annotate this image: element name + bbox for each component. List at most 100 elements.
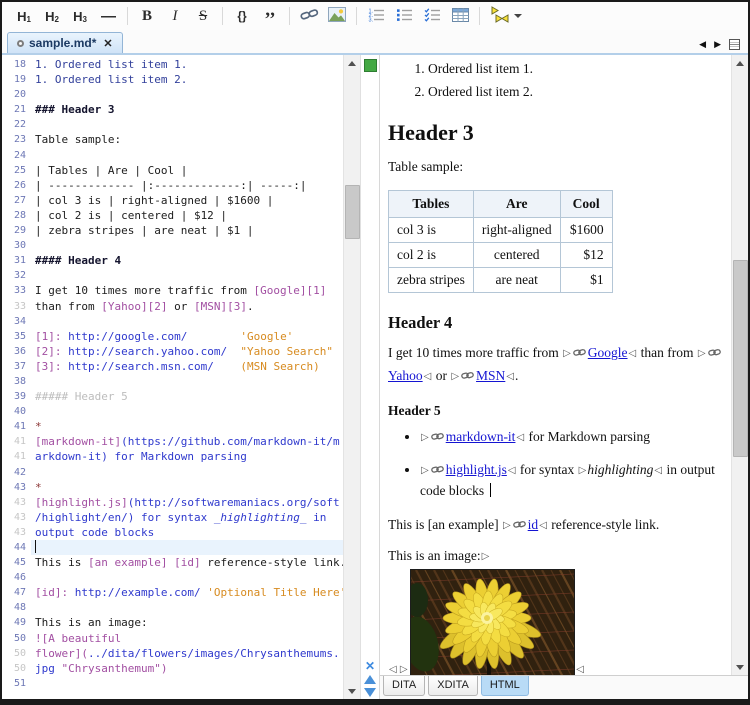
line-number: 18	[2, 57, 31, 72]
horizontal-rule-button[interactable]: —	[96, 5, 120, 27]
table-header-cell: Are	[473, 191, 560, 218]
line-number: 19	[2, 72, 31, 87]
pane-divider[interactable]: ✕	[360, 55, 380, 699]
line-number: 50	[2, 631, 31, 646]
scroll-up-icon[interactable]	[732, 55, 748, 71]
editor-scrollbar[interactable]	[343, 55, 360, 699]
editor-line: 31#### Header 4	[2, 253, 343, 268]
line-number: 34	[2, 314, 31, 329]
heading3-button[interactable]: H3	[68, 5, 92, 27]
collapse-down-icon[interactable]	[364, 688, 376, 697]
editor-line: 181. Ordered list item 1.	[2, 57, 343, 72]
dita-markers-icon	[489, 6, 511, 26]
toolbar-separator	[479, 7, 480, 25]
close-split-icon[interactable]: ✕	[365, 661, 375, 671]
scroll-down-icon[interactable]	[344, 683, 360, 699]
code-button[interactable]: {}	[230, 5, 254, 27]
editor-line: 47[id]: http://example.com/ 'Optional Ti…	[2, 585, 343, 600]
bold-button[interactable]: B	[135, 5, 159, 27]
blockquote-button[interactable]: ’’	[258, 5, 282, 27]
line-number: 25	[2, 163, 31, 178]
preview-link[interactable]: Google	[588, 345, 628, 360]
editor-line: 26| ------------- |:-------------:| ----…	[2, 178, 343, 193]
insert-link-button[interactable]	[297, 5, 321, 27]
scroll-tabs-right-icon[interactable]: ▶	[714, 39, 721, 50]
collapse-up-icon[interactable]	[364, 675, 376, 684]
preview-link[interactable]: markdown-it	[446, 429, 516, 444]
scroll-tabs-left-icon[interactable]: ◀	[699, 39, 706, 50]
preview-pane: Ordered list item 1. Ordered list item 2…	[380, 55, 748, 699]
insert-image-button[interactable]	[325, 5, 349, 27]
close-tab-icon[interactable]: ✕	[103, 37, 112, 50]
line-number: 40	[2, 404, 31, 419]
editor-line: 50flower](../dita/flowers/images/Chrysan…	[2, 646, 343, 661]
line-number: 43	[2, 480, 31, 495]
editor-line: 24	[2, 148, 343, 163]
line-number: 21	[2, 102, 31, 117]
editor-line: 20	[2, 87, 343, 102]
preview-link[interactable]: id	[528, 517, 539, 532]
line-number: 33	[2, 299, 31, 314]
list-item: Ordered list item 2.	[428, 84, 727, 100]
table-cell: right-aligned	[473, 218, 560, 243]
preview-link[interactable]: MSN	[476, 368, 505, 383]
editor-line: 48	[2, 600, 343, 615]
preview-scrollbar-thumb[interactable]	[733, 260, 748, 457]
source-editor: 181. Ordered list item 1.191. Ordered li…	[2, 55, 360, 699]
chrysanthemum-image	[410, 569, 575, 675]
tab-dita[interactable]: DITA	[383, 676, 425, 696]
text-cursor	[490, 483, 491, 497]
heading2-button[interactable]: H2	[40, 5, 64, 27]
tab-sample-md[interactable]: sample.md* ✕	[7, 32, 123, 53]
formatting-toolbar: H1 H2 H3 — B I S {} ’’ 1.2.3.	[2, 2, 748, 30]
editor-line: 50jpg "Chrysanthemum")	[2, 661, 343, 676]
tab-html[interactable]: HTML	[481, 676, 529, 696]
tag-open-marker: ▷	[481, 551, 491, 562]
line-number: 46	[2, 570, 31, 585]
dita-markers-button[interactable]	[487, 5, 524, 27]
line-number: 23	[2, 132, 31, 147]
tag-open-marker: ▷	[562, 348, 572, 359]
validation-status-indicator[interactable]	[364, 59, 377, 72]
preview-link[interactable]: highlight.js	[446, 462, 507, 477]
heading1-button[interactable]: H1	[12, 5, 36, 27]
line-number: 44	[2, 540, 31, 555]
tab-xdita[interactable]: XDITA	[428, 676, 478, 696]
image-intro-paragraph: This is an image:▷	[388, 545, 727, 567]
source-code-area[interactable]: 181. Ordered list item 1.191. Ordered li…	[2, 55, 343, 699]
unordered-list-button[interactable]	[392, 5, 416, 27]
editor-line: 36[2]: http://search.yahoo.com/ "Yahoo S…	[2, 344, 343, 359]
tag-close-marker: ◁	[515, 432, 525, 443]
editor-caret	[35, 540, 36, 553]
line-number: 20	[2, 87, 31, 102]
italic-button[interactable]: I	[163, 5, 187, 27]
main-split: 181. Ordered list item 1.191. Ordered li…	[2, 55, 748, 699]
editor-line: 43*	[2, 480, 343, 495]
line-number: 43	[2, 495, 31, 510]
insert-table-button[interactable]	[448, 5, 472, 27]
ordered-list-button[interactable]: 1.2.3.	[364, 5, 388, 27]
tab-navigation: ◀ ▶	[699, 39, 748, 53]
line-number: 50	[2, 661, 31, 676]
task-list-button[interactable]	[420, 5, 444, 27]
table-cell: col 2 is	[389, 243, 474, 268]
toolbar-separator	[356, 7, 357, 25]
toolbar-separator	[289, 7, 290, 25]
scroll-up-icon[interactable]	[344, 55, 360, 71]
editor-scrollbar-thumb[interactable]	[345, 185, 360, 239]
image-icon	[328, 7, 346, 25]
editor-line: 30	[2, 238, 343, 253]
editor-line: 45This is [an example] [id] reference-st…	[2, 555, 343, 570]
tag-open-marker: ▷	[450, 371, 460, 382]
editor-line: 49This is an image:	[2, 615, 343, 630]
preview-link[interactable]: Yahoo	[388, 368, 423, 383]
preview-scrollbar[interactable]	[731, 55, 748, 675]
preview-bullet-list: ▷markdown-it◁ for Markdown parsing▷highl…	[388, 427, 727, 502]
scroll-down-icon[interactable]	[732, 659, 748, 675]
editor-line: 28| col 2 is | centered | $12 |	[2, 208, 343, 223]
tab-list-icon[interactable]	[729, 39, 740, 50]
ordered-list-icon: 1.2.3.	[368, 8, 385, 25]
heading1-label: H	[17, 9, 26, 24]
table-cell: $1	[560, 268, 612, 293]
strikethrough-button[interactable]: S	[191, 5, 215, 27]
